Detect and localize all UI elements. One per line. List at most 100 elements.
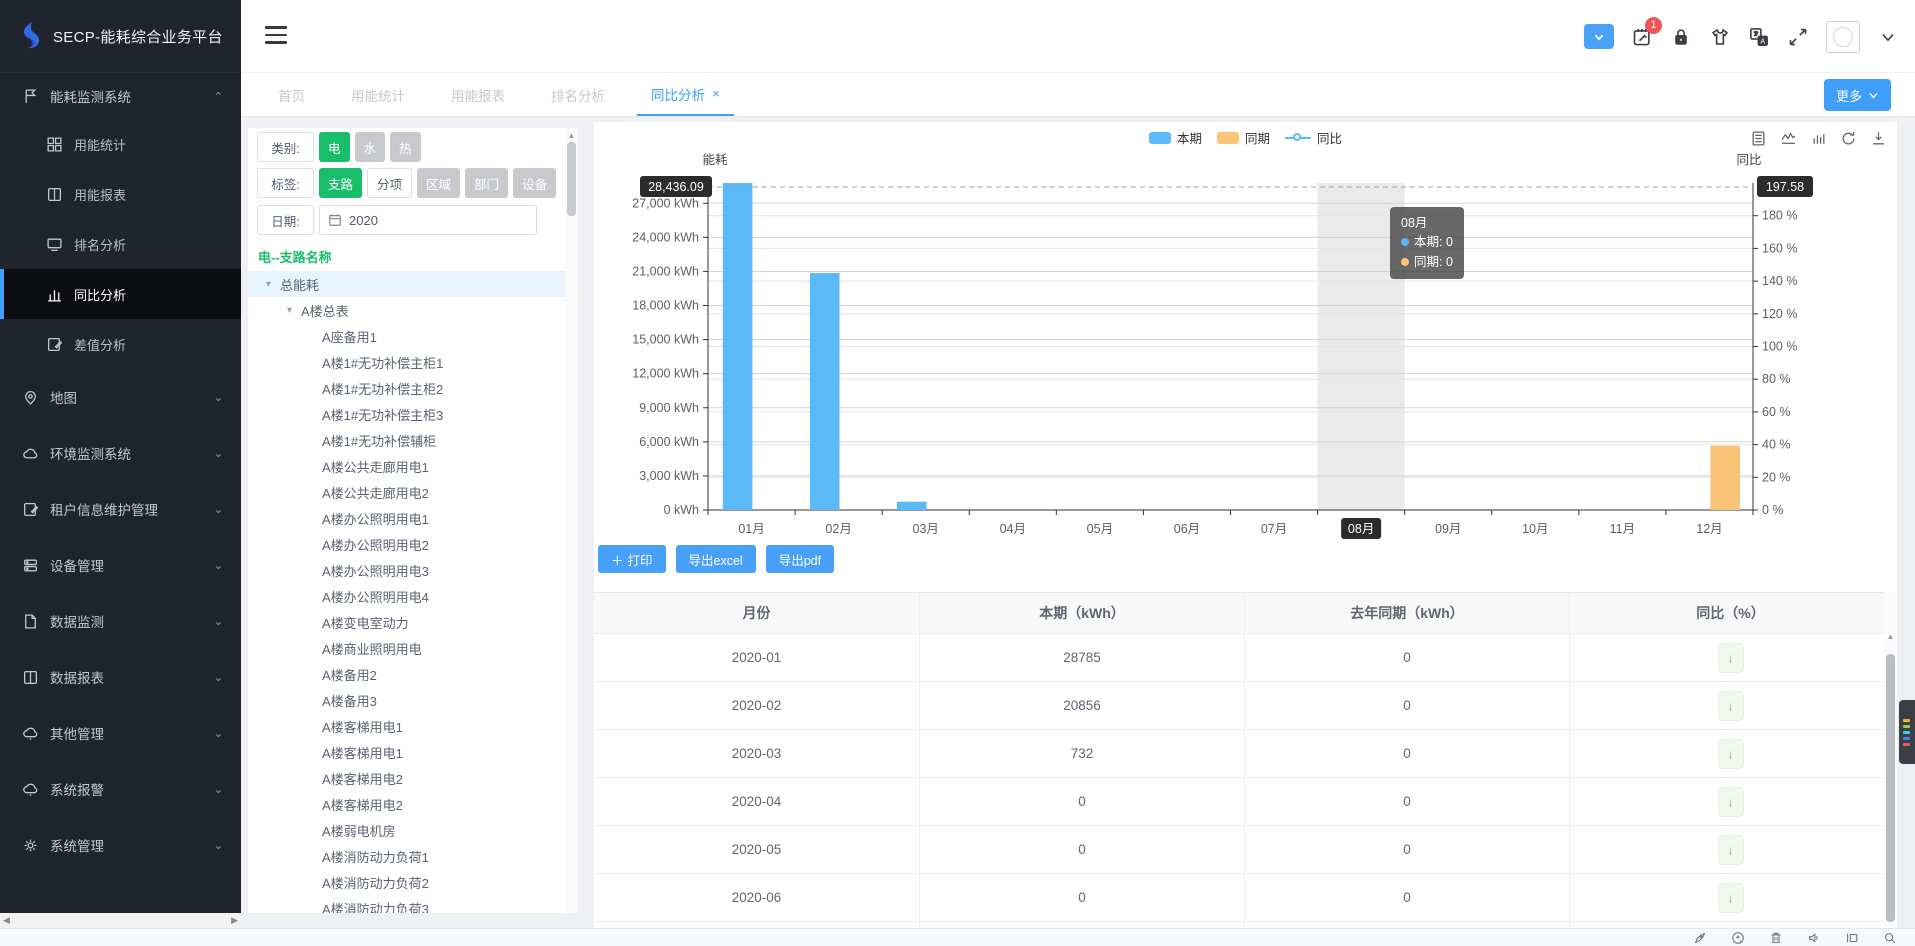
bar-lastyear-12月[interactable] <box>1710 446 1740 510</box>
bar-current-02月[interactable] <box>810 273 840 510</box>
tab-排名分析[interactable]: 排名分析 <box>537 73 619 116</box>
translate-button[interactable]: A <box>1748 26 1770 48</box>
table-row[interactable]: 2020-02208560↓ <box>594 682 1891 730</box>
fullscreen-button[interactable] <box>1787 26 1809 48</box>
rocket-button[interactable] <box>1693 931 1707 945</box>
print-button[interactable]: ＋ 打印 <box>598 545 666 573</box>
sidebar-item-差值分析[interactable]: 差值分析 <box>0 319 241 369</box>
sidebar-item-数据监测[interactable]: 数据监测⌄ <box>0 593 241 649</box>
category-option-电[interactable]: 电 <box>319 132 350 162</box>
scroll-up-arrow-icon[interactable]: ▲ <box>1884 632 1897 641</box>
edge-capture-widget[interactable] <box>1899 700 1915 764</box>
theme-shirt-button[interactable] <box>1709 26 1731 48</box>
download-button[interactable] <box>1870 130 1887 147</box>
scroll-right-arrow-icon[interactable]: ▶ <box>231 915 238 926</box>
tree-item[interactable]: A楼1#无功补偿辅柜 <box>248 427 566 453</box>
tree-item[interactable]: A楼客梯用电1 <box>248 739 566 765</box>
category-option-热[interactable]: 热 <box>390 132 421 162</box>
export-excel-button[interactable]: 导出excel <box>676 545 756 573</box>
table-row[interactable]: 2020-0600↓ <box>594 874 1891 922</box>
tree-item[interactable]: A楼办公照明用电3 <box>248 557 566 583</box>
tab-用能统计[interactable]: 用能统计 <box>337 73 419 116</box>
tool-note-button[interactable]: 1 <box>1631 26 1653 48</box>
sidebar-item-同比分析[interactable]: 同比分析 <box>0 269 241 319</box>
tree-item[interactable]: A楼备用3 <box>248 687 566 713</box>
legend-item-同比[interactable]: 同比 <box>1285 128 1342 147</box>
data-view-button[interactable] <box>1750 130 1767 147</box>
volume-button[interactable] <box>1807 931 1821 945</box>
year-on-year-chart[interactable]: 0 kWh3,000 kWh6,000 kWh9,000 kWh12,000 k… <box>594 122 1897 542</box>
tree-item[interactable]: A楼商业照明用电 <box>248 635 566 661</box>
sidebar-item-用能报表[interactable]: 用能报表 <box>0 169 241 219</box>
refresh-button[interactable] <box>1840 130 1857 147</box>
tree-item[interactable]: A楼办公照明用电4 <box>248 583 566 609</box>
table-row[interactable]: 2020-037320↓ <box>594 730 1891 778</box>
export-pdf-button[interactable]: 导出pdf <box>766 545 834 573</box>
sidebar-item-系统管理[interactable]: 系统管理⌄ <box>0 817 241 873</box>
tree-item[interactable]: ▾A楼总表 <box>248 297 566 323</box>
panel-scrollbar[interactable]: ▲ <box>1884 592 1897 928</box>
sidebar-item-地图[interactable]: 地图⌄ <box>0 369 241 425</box>
tree-item[interactable]: A楼1#无功补偿主柜1 <box>248 349 566 375</box>
scroll-left-arrow-icon[interactable]: ◀ <box>3 915 10 926</box>
sidebar-item-设备管理[interactable]: 设备管理⌄ <box>0 537 241 593</box>
tree-item[interactable]: A座备用1 <box>248 323 566 349</box>
tree-item[interactable]: A楼备用2 <box>248 661 566 687</box>
date-input[interactable]: 2020 <box>319 205 537 235</box>
legend-item-同期[interactable]: 同期 <box>1217 128 1270 147</box>
dropdown-button[interactable] <box>1584 24 1614 49</box>
table-row[interactable]: 2020-01287850↓ <box>594 634 1891 682</box>
search-button[interactable] <box>1883 931 1897 945</box>
caret-down-icon[interactable]: ▾ <box>287 305 301 316</box>
tag-option-部门[interactable]: 部门 <box>465 168 508 198</box>
tree-item[interactable]: A楼1#无功补偿主柜3 <box>248 401 566 427</box>
tree-item[interactable]: A楼办公照明用电1 <box>248 505 566 531</box>
lock-button[interactable] <box>1670 26 1692 48</box>
tree-item[interactable]: A楼变电室动力 <box>248 609 566 635</box>
sidebar-item-能耗监测系统[interactable]: 能耗监测系统⌃ <box>0 73 241 119</box>
tab-用能报表[interactable]: 用能报表 <box>437 73 519 116</box>
panel-scrollbar-thumb[interactable] <box>1886 654 1895 922</box>
user-menu-chevron[interactable] <box>1877 26 1899 48</box>
tree-item[interactable]: A楼公共走廊用电1 <box>248 453 566 479</box>
scroll-up-arrow-icon[interactable]: ▲ <box>565 131 578 140</box>
tree-item[interactable]: A楼客梯用电2 <box>248 791 566 817</box>
sidebar-item-租户信息维护管理[interactable]: 租户信息维护管理⌄ <box>0 481 241 537</box>
tag-option-设备[interactable]: 设备 <box>513 168 556 198</box>
tree-scrollbar[interactable]: ▲ <box>565 128 578 913</box>
gauge-plus-button[interactable] <box>1731 931 1745 945</box>
legend-item-本期[interactable]: 本期 <box>1149 128 1202 147</box>
more-button[interactable]: 更多 <box>1824 79 1891 111</box>
tree-item[interactable]: A楼客梯用电1 <box>248 713 566 739</box>
line-chart-button[interactable] <box>1780 130 1797 147</box>
tree-item[interactable]: A楼客梯用电2 <box>248 765 566 791</box>
tree-item[interactable]: A楼办公照明用电2 <box>248 531 566 557</box>
avatar[interactable] <box>1826 21 1860 53</box>
bar-current-03月[interactable] <box>897 502 927 510</box>
tree-item[interactable]: A楼消防动力负荷1 <box>248 843 566 869</box>
sidebar-item-排名分析[interactable]: 排名分析 <box>0 219 241 269</box>
tag-option-支路[interactable]: 支路 <box>319 168 362 198</box>
tree-item[interactable]: A楼消防动力负荷2 <box>248 869 566 895</box>
sidebar-item-数据报表[interactable]: 数据报表⌄ <box>0 649 241 705</box>
tag-option-区域[interactable]: 区域 <box>417 168 460 198</box>
caret-down-icon[interactable]: ▾ <box>266 279 280 290</box>
tab-首页[interactable]: 首页 <box>264 73 319 116</box>
sidebar-item-系统报警[interactable]: 系统报警⌄ <box>0 761 241 817</box>
trash-button[interactable] <box>1769 931 1783 945</box>
sidebar-horizontal-scrollbar[interactable]: ◀ ▶ <box>0 913 241 928</box>
layout-button[interactable] <box>1845 931 1859 945</box>
tag-option-分项[interactable]: 分项 <box>367 168 412 198</box>
tab-close-icon[interactable]: × <box>712 86 720 101</box>
hamburger-menu-icon[interactable] <box>265 26 287 44</box>
bar-current-01月[interactable] <box>723 183 753 510</box>
table-row[interactable]: 2020-0400↓ <box>594 778 1891 826</box>
tree-item[interactable]: A楼1#无功补偿主柜2 <box>248 375 566 401</box>
sidebar-item-其他管理[interactable]: 其他管理⌄ <box>0 705 241 761</box>
table-row[interactable]: 2020-0500↓ <box>594 826 1891 874</box>
tab-同比分析[interactable]: 同比分析× <box>637 73 734 116</box>
category-option-水[interactable]: 水 <box>355 132 386 162</box>
bar-chart-button[interactable] <box>1810 130 1827 147</box>
tree-item[interactable]: A楼消防动力负荷3 <box>248 895 566 913</box>
sidebar-item-环境监测系统[interactable]: 环境监测系统⌄ <box>0 425 241 481</box>
